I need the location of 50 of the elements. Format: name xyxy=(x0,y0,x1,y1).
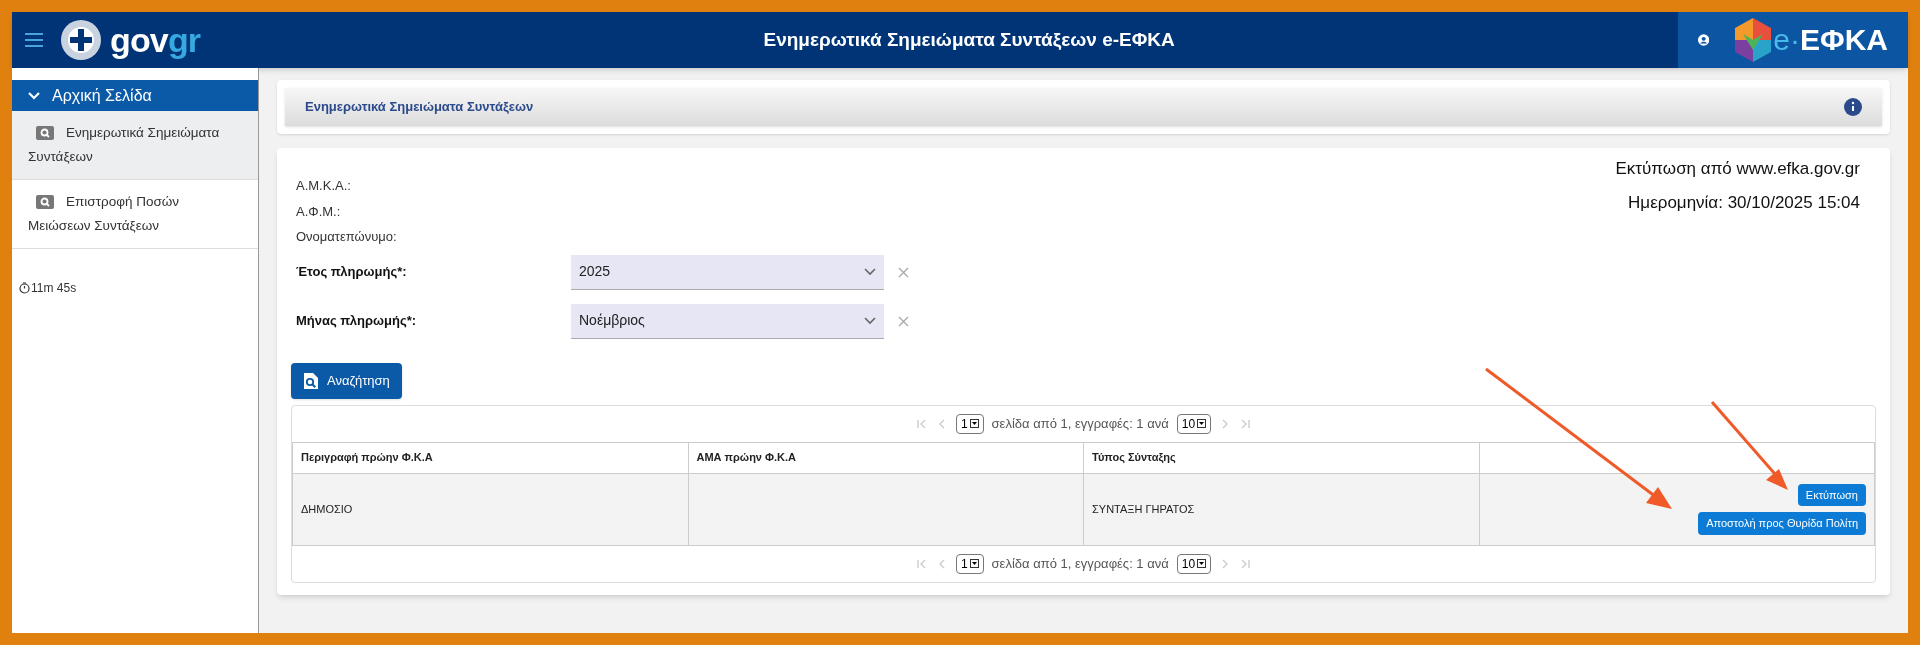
chevron-icon xyxy=(28,91,40,100)
pager-text: σελίδα από 1, εγγραφές: 1 ανά xyxy=(991,554,1169,573)
stopwatch-icon xyxy=(19,282,30,294)
select-field[interactable]: Νοέμβριος xyxy=(571,303,884,339)
caret-icon xyxy=(969,559,979,568)
select-field[interactable]: 2025 xyxy=(571,254,884,290)
action-button[interactable]: Εκτύπωση xyxy=(1797,483,1866,506)
print-info-text: Ημερομηνία: 30/10/2025 15:04 xyxy=(1628,191,1860,214)
last-page-icon[interactable] xyxy=(1239,417,1252,430)
per-page-select[interactable]: 10 xyxy=(1176,413,1212,434)
table-cell: ΔΗΜΟΣΙΟ xyxy=(292,473,688,545)
caret-icon xyxy=(969,419,979,428)
search-icon xyxy=(36,126,54,141)
page-select[interactable]: 1 xyxy=(955,413,984,434)
column-header: Τύπος Σύνταξης xyxy=(1083,442,1479,473)
column-header: Περιγραφή πρώην Φ.Κ.Α xyxy=(292,442,688,473)
info-icon[interactable] xyxy=(1844,98,1862,116)
info-label: Α.Φ.Μ.: xyxy=(296,202,341,221)
clear-icon[interactable] xyxy=(898,266,909,278)
sidebar-section[interactable]: Αρχική Σελίδα xyxy=(12,80,258,111)
field-label: Μήνας πληρωμής*: xyxy=(296,312,418,331)
page-select[interactable]: 1 xyxy=(955,553,984,574)
clear-icon[interactable] xyxy=(898,315,909,327)
pager-text: σελίδα από 1, εγγραφές: 1 ανά xyxy=(991,414,1169,433)
field-label: Έτος πληρωμής*: xyxy=(296,263,408,282)
session-timer: 11m 45s xyxy=(12,279,258,297)
column-header: ΑΜΑ πρώην Φ.Κ.Α xyxy=(688,442,1084,473)
per-page-select[interactable]: 10 xyxy=(1176,553,1212,574)
caret-icon xyxy=(1197,559,1207,568)
chevron-icon xyxy=(864,316,876,325)
document-search-icon xyxy=(303,371,319,390)
first-page-icon[interactable] xyxy=(915,557,928,570)
efka-logo: e·ΕΦΚΑ xyxy=(1733,18,1888,62)
info-label: Α.Μ.Κ.Α.: xyxy=(296,177,351,195)
search-button[interactable]: Αναζήτηση xyxy=(291,362,402,399)
emblem-icon xyxy=(60,19,102,61)
info-label: Ονοματεπώνυμο: xyxy=(296,228,397,246)
panel-title: Ενημερωτικά Σημειώματα Συντάξεων xyxy=(305,98,534,117)
action-button[interactable]: Αποστολή προς Θυρίδα Πολίτη xyxy=(1698,512,1866,535)
search-icon xyxy=(36,195,54,210)
sidebar-item[interactable]: Ενημερωτικά Σημειώματα Συντάξεων xyxy=(12,111,258,180)
page-title: Ενημερωτικά Σημειώματα Συντάξεων e-ΕΦΚΑ xyxy=(762,27,1175,52)
print-info-text: Εκτύπωση από www.efka.gov.gr xyxy=(1615,158,1860,180)
last-page-icon[interactable] xyxy=(1239,557,1252,570)
chevron-icon xyxy=(864,267,876,276)
first-page-icon[interactable] xyxy=(915,417,928,430)
caret-icon xyxy=(1197,419,1207,428)
table-cell: ΣΥΝΤΑΞΗ ΓΗΡΑΤΟΣ xyxy=(1083,473,1479,545)
menu-icon[interactable] xyxy=(24,33,44,47)
govgr-logo: govgr xyxy=(110,23,201,57)
